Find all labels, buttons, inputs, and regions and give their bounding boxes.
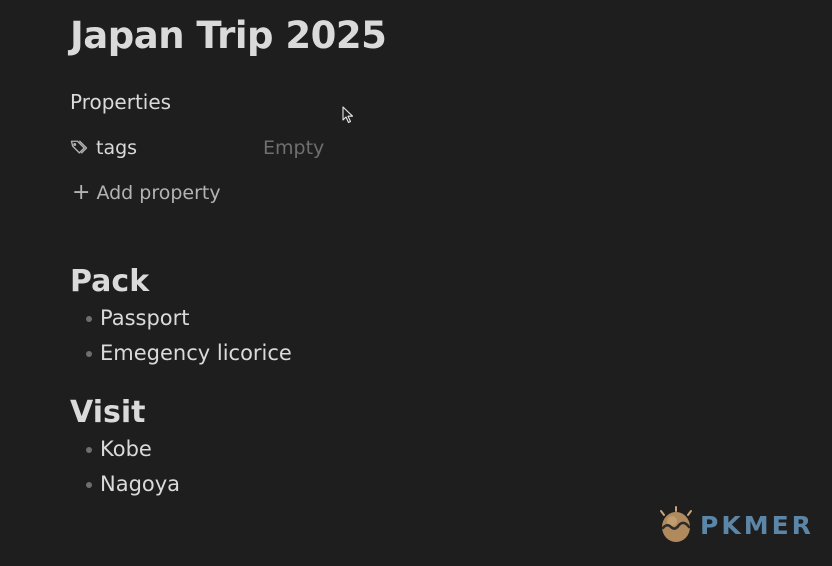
list-item[interactable]: Passport xyxy=(86,300,292,335)
mouse-pointer-icon xyxy=(342,106,354,124)
pack-list: Passport Emegency licorice xyxy=(86,300,292,370)
list-item-text: Emegency licorice xyxy=(100,340,292,365)
list-item[interactable]: Nagoya xyxy=(86,466,180,501)
add-property-label: Add property xyxy=(96,182,221,204)
property-key-label: tags xyxy=(96,137,138,159)
bullet-icon xyxy=(86,350,92,357)
property-row-tags: tags Empty xyxy=(70,133,470,163)
list-item-text: Nagoya xyxy=(100,471,181,496)
property-key-tags[interactable]: tags xyxy=(70,133,137,163)
pkmer-watermark-text: PKMER xyxy=(700,510,814,540)
bullet-icon xyxy=(86,446,92,453)
add-property-button[interactable]: + Add property xyxy=(72,178,221,208)
visit-list: Kobe Nagoya xyxy=(86,431,180,501)
property-value-tags[interactable]: Empty xyxy=(263,133,324,163)
pkmer-watermark: PKMER xyxy=(656,506,814,544)
plus-icon: + xyxy=(72,180,91,205)
bullet-icon xyxy=(86,481,92,488)
heading-pack[interactable]: Pack xyxy=(70,264,149,299)
list-item-text: Kobe xyxy=(100,436,152,461)
list-item-text: Passport xyxy=(100,305,190,330)
bullet-icon xyxy=(86,315,92,322)
tags-icon xyxy=(70,139,88,157)
list-item[interactable]: Emegency licorice xyxy=(86,335,292,370)
pkmer-logo-icon xyxy=(656,506,696,544)
note-title[interactable]: Japan Trip 2025 xyxy=(70,14,387,57)
heading-visit[interactable]: Visit xyxy=(70,395,145,430)
properties-heading[interactable]: Properties xyxy=(70,90,171,114)
list-item[interactable]: Kobe xyxy=(86,431,180,466)
